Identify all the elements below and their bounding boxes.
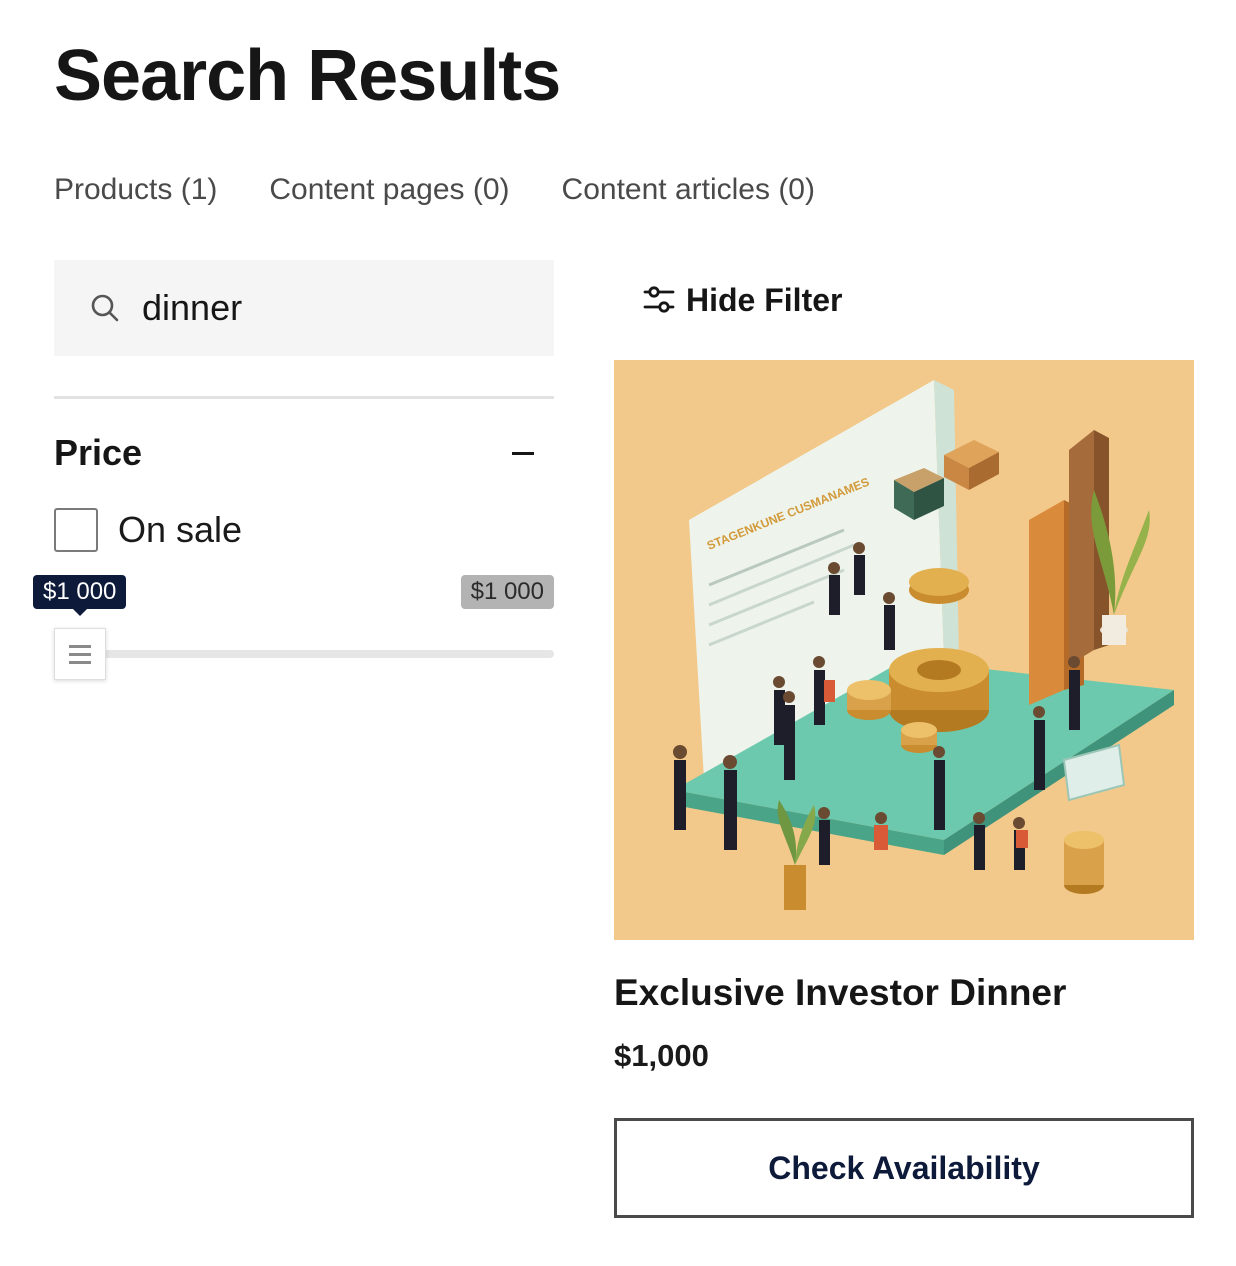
price-filter-title: Price: [54, 432, 143, 473]
search-icon: [90, 293, 120, 323]
result-tabs: Products (1) Content pages (0) Content a…: [54, 170, 815, 210]
hide-filter-label: Hide Filter: [686, 282, 843, 318]
grip-line: [69, 644, 91, 648]
price-max-tooltip: $1 000: [460, 575, 554, 609]
tab-content-pages[interactable]: Content pages (0): [269, 170, 509, 210]
on-sale-option: On sale: [54, 508, 242, 552]
price-slider-track[interactable]: [80, 650, 554, 658]
sliders-icon: [642, 283, 676, 317]
filter-divider: [54, 396, 554, 399]
minus-icon[interactable]: [512, 451, 534, 455]
price-slider-handle[interactable]: [54, 628, 106, 680]
on-sale-checkbox[interactable]: [54, 508, 98, 552]
search-input[interactable]: [142, 287, 522, 329]
search-box: [54, 260, 554, 356]
tab-products[interactable]: Products (1): [54, 170, 217, 210]
price-filter-header[interactable]: Price: [54, 430, 554, 476]
hide-filter-button[interactable]: Hide Filter: [642, 280, 842, 320]
page-title: Search Results: [54, 36, 561, 116]
grip-line: [69, 660, 91, 664]
on-sale-label: On sale: [118, 509, 243, 550]
grip-line: [69, 652, 91, 656]
check-availability-button[interactable]: Check Availability: [614, 1118, 1194, 1218]
product-price: $1,000: [614, 1038, 709, 1073]
price-min-tooltip: $1 000: [33, 575, 127, 616]
product-name[interactable]: Exclusive Investor Dinner: [614, 970, 1066, 1016]
product-image[interactable]: STAGENKUNE CUSMANAMES: [614, 360, 1194, 940]
tab-content-articles[interactable]: Content articles (0): [562, 170, 815, 210]
